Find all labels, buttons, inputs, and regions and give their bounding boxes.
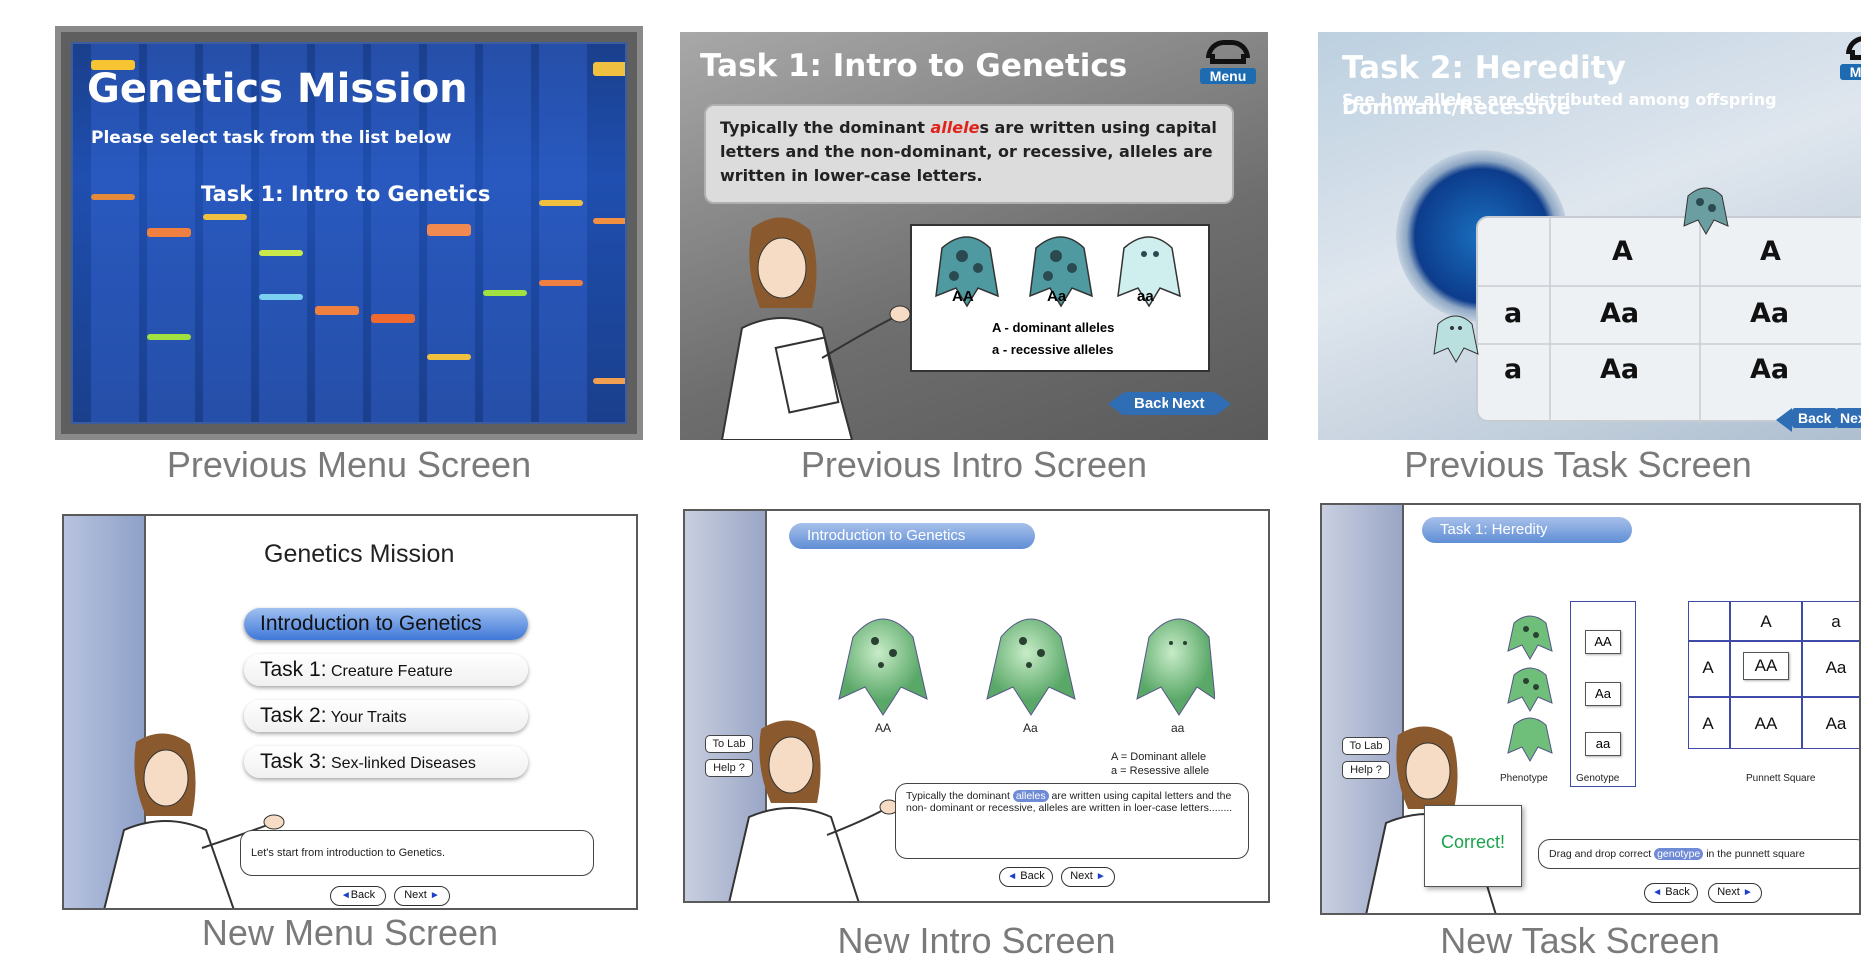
punnett-col-header: A xyxy=(1612,236,1633,267)
punnett-col-header: A xyxy=(1760,612,1772,631)
new-task-header: Task 1: Heredity xyxy=(1422,517,1632,543)
prev-intro-next-button[interactable]: Next xyxy=(1168,392,1230,416)
new-task-instruction: Drag and drop correct genotype in the pu… xyxy=(1538,839,1859,869)
new-intro-speech: Typically the dominant alleles are writt… xyxy=(895,783,1249,859)
genotype-tile[interactable]: AA xyxy=(1585,630,1621,654)
prev-task-back-button[interactable]: Back xyxy=(1775,408,1838,432)
caption-new-menu: New Menu Screen xyxy=(201,912,499,953)
menu-label: Menu xyxy=(1200,68,1256,84)
punnett-row-header: A xyxy=(1702,658,1714,677)
punnett-square: A a A A AA Aa AA Aa xyxy=(1688,601,1859,749)
prev-menu-task-item[interactable]: Task 1: Intro to Genetics xyxy=(201,182,490,206)
genotype-tile[interactable]: aa xyxy=(1585,732,1621,756)
menu-home-button[interactable]: Menu xyxy=(1840,32,1861,82)
punnett-row-header: a xyxy=(1504,298,1523,329)
new-task-screen: Task 1: Heredity To Lab Help ? Phenotype… xyxy=(1320,503,1861,915)
legend-recessive: a = Resessive allele xyxy=(1111,765,1210,777)
punnett-cell[interactable]: Aa xyxy=(1813,658,1859,678)
caption-prev-menu: Previous Menu Screen xyxy=(166,444,532,485)
new-menu-screen: Genetics Mission Introduction to Genetic… xyxy=(62,514,638,910)
prev-intro-screen: Task 1: Intro to Genetics Menu Typically… xyxy=(680,32,1268,440)
punnett-cell: Aa xyxy=(1750,298,1790,329)
punnett-cell[interactable]: AA xyxy=(1743,714,1789,734)
menu-item-task-2[interactable]: Task 2: Your Traits xyxy=(244,700,528,732)
prev-task-title: Task 2: Heredity Dominant/Recessive xyxy=(1342,50,1626,119)
creature-label: aa xyxy=(1137,288,1154,305)
new-task-next-button[interactable]: Next ► xyxy=(1708,883,1762,903)
creature-label: Aa xyxy=(1047,288,1067,305)
genotype-column: AA Aa aa xyxy=(1570,601,1636,787)
punnett-cell: Aa xyxy=(1750,354,1790,385)
punnett-cell: Aa xyxy=(1600,354,1640,385)
prev-punnett-square: A A a a Aa Aa Aa Aa xyxy=(1476,216,1861,424)
teacher-illustration xyxy=(103,733,285,908)
new-intro-screen: Introduction to Genetics To Lab Help ? A… xyxy=(683,509,1270,903)
menu-label: Menu xyxy=(1840,64,1861,80)
new-menu-speech: Let's start from introduction to Genetic… xyxy=(240,830,594,876)
menu-item-intro[interactable]: Introduction to Genetics xyxy=(244,608,528,640)
prev-intro-figure: AA Aa aa A - dominant alleles a - recess… xyxy=(910,224,1210,372)
caption-new-task: New Task Screen xyxy=(1440,920,1720,960)
prev-intro-title: Task 1: Intro to Genetics xyxy=(700,48,1128,84)
new-intro-next-button[interactable]: Next ► xyxy=(1061,867,1115,887)
teacher-illustration xyxy=(728,720,899,901)
punnett-cell[interactable]: Aa xyxy=(1813,714,1859,734)
new-intro-header: Introduction to Genetics xyxy=(789,523,1035,549)
genotype-label: Genotype xyxy=(1576,773,1620,784)
prev-menu-screen: Genetics Mission Please select task from… xyxy=(55,26,643,440)
creature-row xyxy=(838,618,1215,716)
menu-item-task-1[interactable]: Task 1: Creature Feature xyxy=(244,654,528,686)
creature-icon xyxy=(1433,315,1479,364)
genotype-highlight: genotype xyxy=(1654,848,1704,860)
new-menu-title: Genetics Mission xyxy=(264,540,455,568)
prev-task-next-button[interactable]: Next xyxy=(1836,408,1861,428)
correct-feedback-card: Correct! xyxy=(1424,805,1522,887)
new-menu-next-button[interactable]: Next ► xyxy=(394,886,450,906)
prev-menu-title: Genetics Mission xyxy=(87,66,468,112)
creature-icon xyxy=(1683,187,1729,236)
legend-dominant: A = Dominant allele xyxy=(1111,751,1207,763)
creature-label: aa xyxy=(1171,721,1185,735)
genotype-tile[interactable]: Aa xyxy=(1585,682,1621,706)
new-intro-back-button[interactable]: ◄ Back xyxy=(999,867,1053,887)
punnett-col-header: A xyxy=(1760,236,1781,267)
teacher-illustration xyxy=(720,217,911,440)
prev-task-screen: Task 2: Heredity Dominant/Recessive See … xyxy=(1318,32,1861,440)
creature-label: AA xyxy=(952,288,974,305)
creature-label: Aa xyxy=(1023,721,1038,735)
alleles-highlight: alleles xyxy=(1012,790,1049,802)
caption-prev-intro: Previous Intro Screen xyxy=(800,444,1148,485)
caption-prev-task: Previous Task Screen xyxy=(1404,444,1752,485)
caption-new-intro: New Intro Screen xyxy=(837,920,1116,960)
legend-recessive: a - recessive alleles xyxy=(992,342,1114,357)
punnett-col-header: a xyxy=(1831,612,1841,631)
punnett-cell[interactable]: AA xyxy=(1743,652,1789,680)
legend-dominant: A - dominant alleles xyxy=(992,320,1115,335)
menu-home-button[interactable]: Menu xyxy=(1200,36,1256,86)
punnett-row-header: A xyxy=(1702,714,1714,733)
allele-highlight: allele xyxy=(930,118,980,137)
punnett-row-header: a xyxy=(1504,354,1523,385)
punnett-label: Punnett Square xyxy=(1746,773,1816,784)
prev-task-subtitle: See how alleles are distributed among of… xyxy=(1342,90,1777,109)
prev-intro-textbox: Typically the dominant alleles are writt… xyxy=(704,104,1234,204)
prev-menu-subtitle: Please select task from the list below xyxy=(91,128,452,148)
new-menu-back-button[interactable]: ◄Back xyxy=(330,886,386,906)
gel-background: Genetics Mission Please select task from… xyxy=(71,42,627,424)
new-task-back-button[interactable]: ◄ Back xyxy=(1644,883,1698,903)
punnett-cell: Aa xyxy=(1600,298,1640,329)
